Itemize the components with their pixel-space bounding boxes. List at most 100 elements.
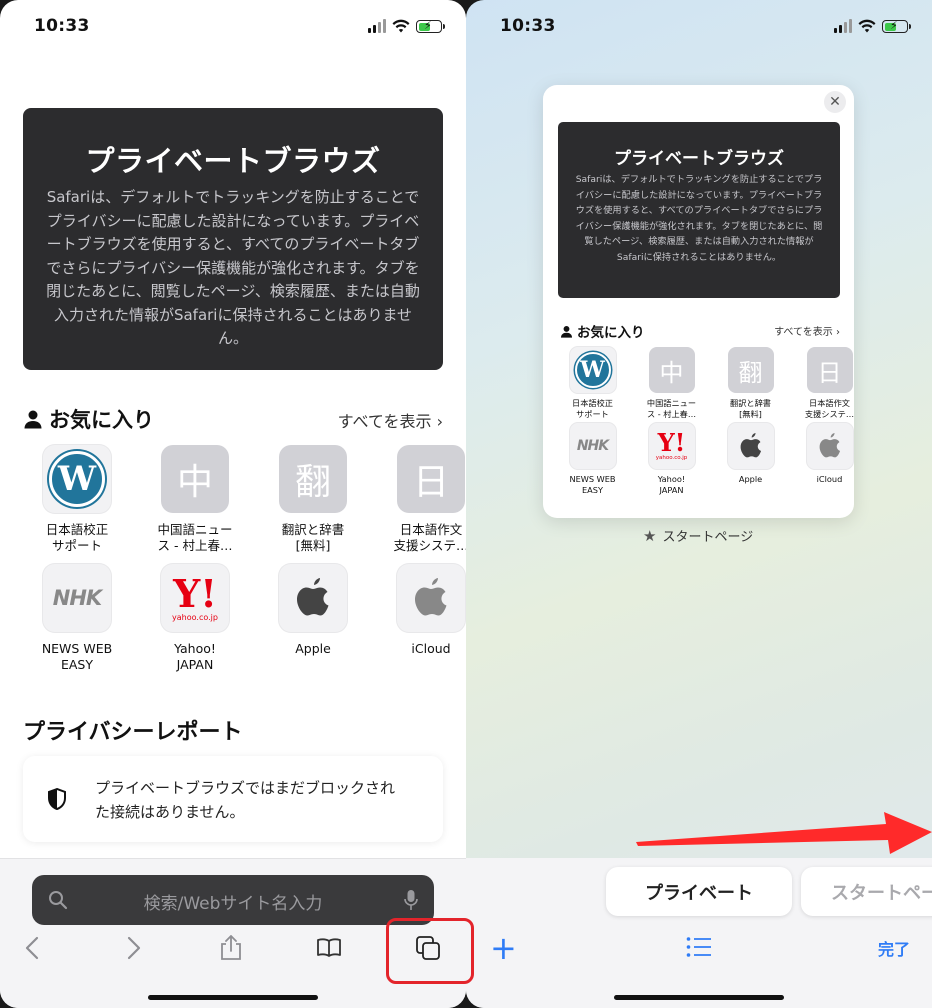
favorite-item: 翻 翻訳と辞書 [無料]: [711, 347, 790, 419]
favorite-item: Apple: [711, 423, 790, 495]
privacy-report-message: プライベートブラウズではまだブロックされた接続はありません。: [95, 779, 396, 821]
favorite-label: NEWS WEB EASY: [569, 474, 616, 495]
safari-private-start-screen: 10:33 ⚡ プライベートブラウズ Safariは、デフォルトでトラッキングを…: [0, 0, 466, 1008]
private-browsing-title: プライベートブラウズ: [85, 144, 381, 178]
favorite-label: Apple: [738, 474, 763, 484]
favorite-item: NHK NEWS WEB EASY: [553, 423, 632, 495]
person-icon: [24, 410, 42, 429]
apple-icon: [297, 578, 329, 616]
shield-icon: [48, 788, 66, 810]
bookmarks-button[interactable]: [314, 931, 344, 965]
favorite-item: 日 日本語作文 支援システ…: [790, 347, 854, 419]
nhk-logo-icon: NHK: [576, 438, 609, 454]
home-indicator: [614, 995, 784, 1000]
favorite-item[interactable]: iCloud: [372, 564, 466, 673]
status-time: 10:33: [34, 16, 90, 36]
cellular-signal-icon: [834, 19, 852, 33]
tab-caption-text: スタートページ: [662, 530, 754, 545]
favorite-item[interactable]: 日 日本語作文 支援システ…: [372, 445, 466, 554]
favorites-title: お気に入り: [577, 325, 645, 341]
letter-tile-icon: 中: [161, 445, 229, 513]
status-bar: 10:33 ⚡: [34, 14, 445, 42]
favorite-item: W 日本語校正 サポート: [553, 347, 632, 419]
privacy-report-title: プライバシーレポート: [23, 720, 243, 745]
letter-tile-icon: 翻: [727, 347, 774, 393]
private-browsing-title: プライベートブラウズ: [614, 149, 784, 169]
favorite-label: 中国語ニュー ス - 村上春…: [646, 398, 697, 419]
tab-caption: ★ スタートページ: [643, 526, 754, 546]
wordpress-icon: W: [49, 451, 105, 507]
back-button[interactable]: [18, 931, 48, 965]
letter-tile-icon: 日: [806, 347, 853, 393]
favorite-label: Yahoo! JAPAN: [657, 474, 686, 495]
show-all-favorites-link[interactable]: すべてを表示 ›: [338, 408, 443, 432]
plus-icon: +: [490, 929, 517, 967]
private-browsing-info-card: プライベートブラウズ Safariは、デフォルトでトラッキングを防止することでプ…: [558, 122, 840, 298]
share-button[interactable]: [216, 931, 246, 965]
private-browsing-description: Safariは、デフォルトでトラッキングを防止することでプライバシーに配慮した設…: [46, 188, 420, 347]
favorite-label: Yahoo! JAPAN: [174, 641, 216, 672]
close-tab-button[interactable]: ✕: [824, 91, 846, 113]
favorite-label: 日本語作文 支援システ…: [804, 398, 854, 419]
tab-group-start-button[interactable]: スタートペー: [801, 867, 932, 916]
letter-tile-icon: 日: [397, 445, 465, 513]
tabs-button-highlight-annotation: [386, 918, 474, 984]
status-bar: 10:33 ⚡: [500, 14, 911, 42]
favorite-item[interactable]: 中 中国語ニュー ス - 村上春…: [136, 445, 254, 554]
favorite-item[interactable]: Y! yahoo.co.jp Yahoo! JAPAN: [136, 564, 254, 673]
done-button[interactable]: 完了: [878, 936, 910, 960]
favorite-label: iCloud: [816, 474, 843, 484]
wifi-icon: [858, 19, 876, 33]
new-tab-button[interactable]: +: [490, 932, 517, 964]
favorite-item: 中 中国語ニュー ス - 村上春…: [632, 347, 711, 419]
tab-groups-list-icon[interactable]: [686, 936, 712, 958]
favorite-item[interactable]: 翻 翻訳と辞書 [無料]: [254, 445, 372, 554]
wifi-icon: [392, 19, 410, 33]
chevron-right-icon: [127, 936, 141, 960]
show-all-favorites-link: すべてを表示 ›: [774, 327, 840, 338]
favorite-label: 日本語作文 支援システ…: [393, 522, 466, 553]
letter-tile-icon: 翻: [279, 445, 347, 513]
private-browsing-info-card: プライベートブラウズ Safariは、デフォルトでトラッキングを防止することでプ…: [23, 108, 443, 370]
battery-icon: ⚡: [882, 19, 911, 33]
favorite-label: 翻訳と辞書 [無料]: [281, 522, 345, 553]
cellular-signal-icon: [368, 19, 386, 33]
apple-icon: [415, 578, 447, 616]
microphone-icon[interactable]: [404, 889, 418, 911]
favorites-title: お気に入り: [49, 408, 154, 432]
nhk-logo-icon: NHK: [52, 586, 102, 610]
letter-tile-icon: 中: [648, 347, 695, 393]
favorite-item[interactable]: NHK NEWS WEB EASY: [18, 564, 136, 673]
swipe-arrow-annotation: [636, 812, 932, 854]
favorites-grid: W 日本語校正 サポート 中 中国語ニュー ス - 村上春… 翻 翻訳と辞書 […: [18, 445, 466, 673]
book-icon: [317, 938, 341, 957]
yahoo-logo-icon: Y! yahoo.co.jp: [172, 570, 218, 622]
safari-tab-overview-screen: 10:33 ⚡ ✕ プライベートブラウズ Safariは、デフォルトでトラッキン…: [466, 0, 932, 1008]
person-icon: [560, 325, 573, 338]
battery-icon: ⚡: [416, 19, 445, 33]
favorite-item: iCloud: [790, 423, 854, 495]
favorite-item[interactable]: Apple: [254, 564, 372, 673]
favorite-item[interactable]: W 日本語校正 サポート: [18, 445, 136, 554]
wordpress-icon: W: [574, 352, 611, 388]
favorites-header: お気に入り すべてを表示 ›: [560, 321, 840, 341]
yahoo-logo-icon: Y! yahoo.co.jp: [655, 428, 688, 462]
favorite-label: iCloud: [411, 641, 451, 656]
address-search-bar[interactable]: 検索/Webサイト名入力: [32, 875, 434, 925]
favorites-grid: W 日本語校正 サポート 中 中国語ニュー ス - 村上春… 翻 翻訳と辞書 […: [553, 347, 854, 495]
tab-overview-toolbar: プライベート スタートペー + 完了: [466, 858, 932, 1008]
forward-button[interactable]: [118, 931, 148, 965]
private-browsing-description: Safariは、デフォルトでトラッキングを防止することでプライバシーに配慮した設…: [575, 174, 823, 263]
apple-icon: [740, 433, 761, 458]
star-icon: ★: [643, 526, 657, 545]
status-time: 10:33: [500, 16, 556, 36]
home-indicator: [148, 995, 318, 1000]
chevron-left-icon: [25, 936, 39, 960]
favorite-label: 翻訳と辞書 [無料]: [730, 398, 771, 419]
tab-group-private-button[interactable]: プライベート: [606, 867, 792, 916]
favorite-label: NEWS WEB EASY: [41, 641, 113, 672]
private-tab-thumbnail[interactable]: ✕ プライベートブラウズ Safariは、デフォルトでトラッキングを防止すること…: [543, 85, 854, 518]
close-icon: ✕: [829, 94, 841, 110]
privacy-report-card[interactable]: プライベートブラウズではまだブロックされた接続はありません。: [23, 756, 443, 842]
search-placeholder: 検索/Webサイト名入力: [143, 894, 323, 914]
